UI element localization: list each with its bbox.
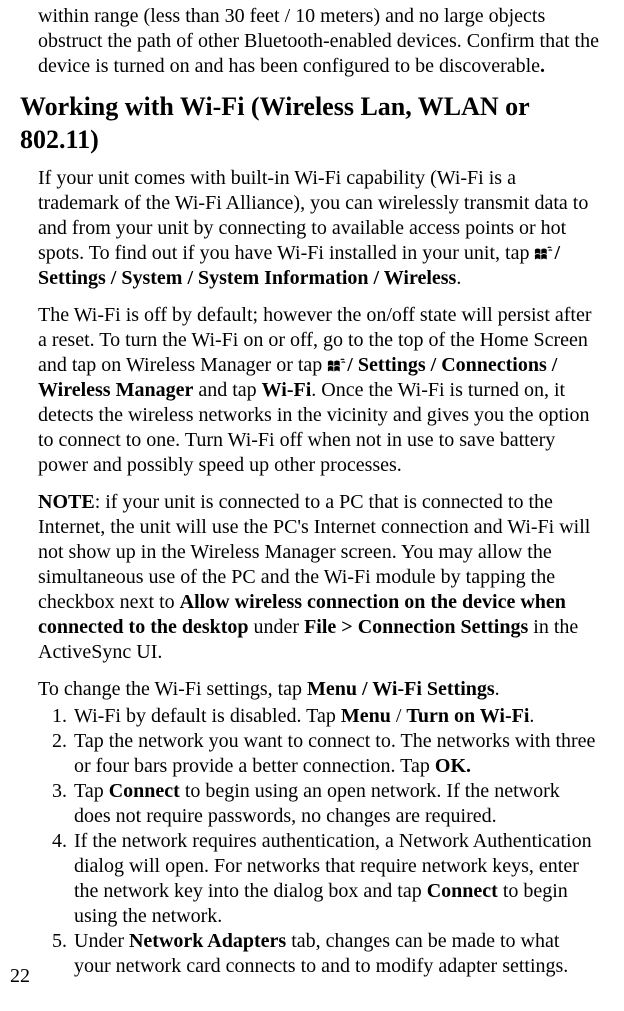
wifi-off-paragraph: The Wi-Fi is off by default; however the… xyxy=(38,303,600,478)
li2-pre: Tap the network you want to connect to. … xyxy=(74,730,595,777)
change-settings-intro: To change the Wi-Fi settings, tap Menu /… xyxy=(38,677,600,702)
li5-pre: Under xyxy=(74,930,129,952)
wifi-intro-text: If your unit comes with built-in Wi-Fi c… xyxy=(38,167,588,264)
file-connection: File > Connection Settings xyxy=(304,616,528,638)
change-end: . xyxy=(495,678,500,700)
windows-flag-icon xyxy=(534,245,554,263)
menu-wifi-settings: Menu / Wi-Fi Settings xyxy=(307,678,495,700)
li1-end: . xyxy=(529,705,534,727)
li5-network-adapters: Network Adapters xyxy=(129,930,286,952)
list-item: Tap Connect to begin using an open netwo… xyxy=(72,779,600,829)
page-number: 22 xyxy=(10,964,30,989)
li4-connect: Connect xyxy=(427,880,498,902)
li3-connect: Connect xyxy=(109,780,180,802)
wifi-steps-list: Wi-Fi by default is disabled. Tap Menu /… xyxy=(72,704,600,979)
li1-slash: / xyxy=(391,705,407,727)
intro-period: . xyxy=(540,55,545,77)
change-intro: To change the Wi-Fi settings, tap xyxy=(38,678,307,700)
list-item: Under Network Adapters tab, changes can … xyxy=(72,929,600,979)
under: under xyxy=(249,616,305,638)
note-paragraph: NOTE: if your unit is connected to a PC … xyxy=(38,490,600,665)
section-heading: Working with Wi-Fi (Wireless Lan, WLAN o… xyxy=(20,91,604,156)
li2-ok: OK. xyxy=(435,755,471,777)
li3-pre: Tap xyxy=(74,780,109,802)
and-tap: and tap xyxy=(193,379,261,401)
li1-pre: Wi-Fi by default is disabled. Tap xyxy=(74,705,341,727)
wifi-intro-paragraph: If your unit comes with built-in Wi-Fi c… xyxy=(38,166,600,291)
windows-flag-icon xyxy=(327,357,347,375)
note-label: NOTE xyxy=(38,491,95,513)
list-item: If the network requires authentication, … xyxy=(72,829,600,929)
li1-menu: Menu xyxy=(341,705,391,727)
list-item: Wi-Fi by default is disabled. Tap Menu /… xyxy=(72,704,600,729)
li1-turn: Turn on Wi-Fi xyxy=(406,705,529,727)
intro-text: within range (less than 30 feet / 10 met… xyxy=(38,5,599,77)
intro-paragraph: within range (less than 30 feet / 10 met… xyxy=(38,4,600,79)
page-content: within range (less than 30 feet / 10 met… xyxy=(20,0,604,979)
wifi-bold: Wi-Fi xyxy=(262,379,312,401)
list-item: Tap the network you want to connect to. … xyxy=(72,729,600,779)
